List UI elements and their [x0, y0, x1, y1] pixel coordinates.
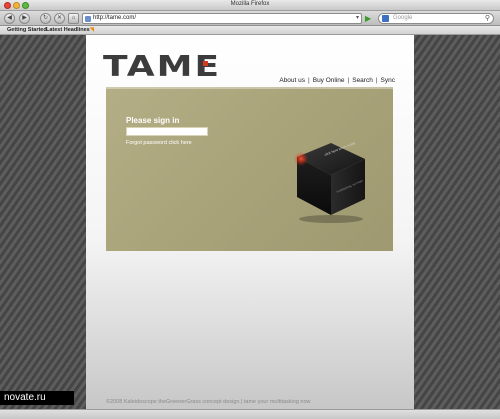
window-title: Mozilla Firefox — [230, 1, 270, 7]
search-box[interactable]: Google ⚲ — [378, 13, 494, 24]
site-favicon-icon — [85, 16, 91, 22]
search-icon[interactable]: ⚲ — [485, 14, 490, 22]
site-container: TAME About us | Buy Online | Search | Sync Ple… — [86, 35, 414, 409]
site-footer: ©2008 Kaleidoscope theGreenerGrass conce… — [106, 399, 311, 405]
stop-icon[interactable]: ✕ — [54, 13, 65, 24]
signin-input[interactable] — [126, 127, 208, 136]
home-icon[interactable]: ⌂ — [68, 13, 79, 24]
forgot-password-link[interactable]: Forgot password click here — [126, 140, 192, 146]
site-logo[interactable]: TAME — [103, 53, 221, 82]
bookmarks-bar: Getting Started Latest Headlines◥ — [0, 26, 500, 35]
signin-panel: Please sign in Forgot password click her… — [106, 87, 393, 251]
search-engine-icon[interactable] — [382, 15, 389, 22]
navigation-toolbar: ◀ ▶ ↻ ✕ ⌂ http://tame.com/ ▾ ▶ Google ⚲ — [0, 11, 500, 26]
address-bar[interactable]: http://tame.com/ ▾ — [82, 13, 362, 24]
window-titlebar: Mozilla Firefox — [0, 0, 500, 11]
reload-icon[interactable]: ↻ — [40, 13, 51, 24]
go-arrow-icon[interactable]: ▶ — [365, 14, 374, 23]
bookmark-latest-headlines-label: Latest Headlines — [46, 27, 90, 33]
bookmark-getting-started[interactable]: Getting Started — [7, 27, 47, 33]
nav-separator: | — [308, 77, 310, 84]
nav-about-us[interactable]: About us — [279, 77, 305, 84]
status-bar — [0, 409, 500, 419]
page-viewport: TAME About us | Buy Online | Search | Sync Ple… — [0, 35, 500, 409]
logo-accent-mark — [203, 61, 208, 66]
nav-sync[interactable]: Sync — [381, 77, 395, 84]
watermark: novate.ru — [0, 391, 74, 405]
nav-separator: | — [375, 77, 378, 84]
search-input[interactable]: Google — [393, 15, 412, 21]
address-bar-url[interactable]: http://tame.com/ — [93, 15, 136, 21]
bookmark-latest-headlines[interactable]: Latest Headlines◥ — [46, 27, 94, 33]
nav-search[interactable]: Search — [352, 77, 373, 84]
tame-cube-image[interactable]: click here when ready multitasking, no m… — [289, 135, 369, 225]
forward-arrow-icon[interactable]: ▶ — [19, 13, 30, 24]
nav-separator: | — [347, 77, 350, 84]
site-navigation: About us | Buy Online | Search | Sync — [279, 77, 395, 84]
signin-heading: Please sign in — [126, 116, 180, 125]
rss-icon: ◥ — [89, 27, 94, 33]
back-arrow-icon[interactable]: ◀ — [4, 13, 15, 24]
chevron-down-icon[interactable]: ▾ — [356, 14, 359, 21]
nav-buy-online[interactable]: Buy Online — [313, 77, 345, 84]
